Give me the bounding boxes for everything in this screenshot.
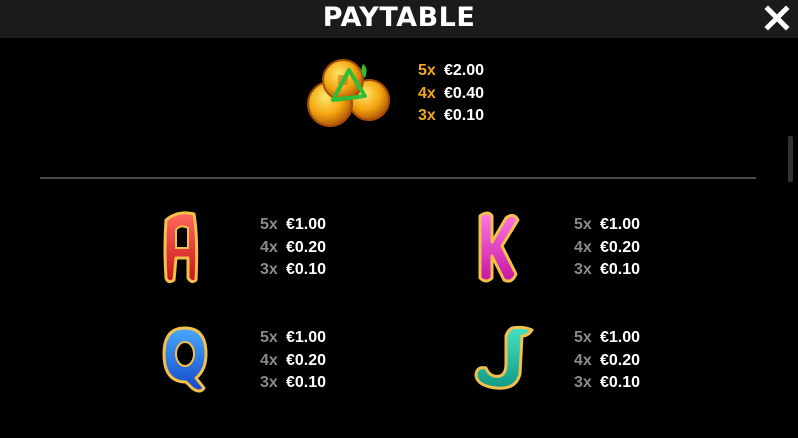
pay-amount: €0.10 xyxy=(444,107,485,124)
pay-multiplier: 5x xyxy=(260,329,278,346)
pay-multiplier: 4x xyxy=(260,238,278,256)
gold-coins-icon xyxy=(305,56,395,137)
a-symbol-pays: 5x €1.00 4x €0.20 3x €0.10 xyxy=(260,214,370,282)
pay-amount: €0.20 xyxy=(286,238,327,256)
pay-multiplier: 5x xyxy=(418,62,436,79)
pay-multiplier: 3x xyxy=(574,374,592,391)
pay-row: 3x €0.10 xyxy=(574,259,684,282)
pay-row: 3x €0.10 xyxy=(418,105,528,128)
letter-j-icon xyxy=(472,324,536,399)
pay-row: 5x €1.00 xyxy=(260,214,370,237)
pay-amount: €0.20 xyxy=(600,238,641,256)
top-symbol-pays: 5x €2.00 4x €0.40 3x €0.10 xyxy=(418,60,528,128)
scrollbar-thumb[interactable] xyxy=(788,136,793,182)
pay-row: 5x €1.00 xyxy=(574,214,684,237)
pay-amount: €0.10 xyxy=(286,374,327,391)
pay-amount: €0.40 xyxy=(444,84,485,102)
pay-row: 3x €0.10 xyxy=(574,372,684,395)
pay-row: 4x €0.20 xyxy=(574,237,684,260)
pay-multiplier: 5x xyxy=(574,329,592,346)
pay-multiplier: 5x xyxy=(260,216,278,233)
pay-multiplier: 3x xyxy=(260,374,278,391)
k-symbol-pays: 5x €1.00 4x €0.20 3x €0.10 xyxy=(574,214,684,282)
pay-multiplier: 3x xyxy=(260,261,278,278)
pay-row: 5x €1.00 xyxy=(260,327,370,350)
pay-row: 3x €0.10 xyxy=(260,372,370,395)
paytable-header: PAYTABLE xyxy=(0,0,798,38)
pay-row: 5x €2.00 xyxy=(418,60,528,83)
pay-multiplier: 4x xyxy=(574,351,592,369)
pay-amount: €1.00 xyxy=(286,329,327,346)
pay-multiplier: 5x xyxy=(574,216,592,233)
pay-amount: €1.00 xyxy=(600,216,641,233)
pay-amount: €1.00 xyxy=(600,329,641,346)
pay-row: 4x €0.40 xyxy=(418,83,528,106)
pay-multiplier: 4x xyxy=(418,84,436,102)
close-icon[interactable] xyxy=(762,3,792,33)
pay-multiplier: 3x xyxy=(574,261,592,278)
pay-row: 4x €0.20 xyxy=(574,350,684,373)
letter-a-icon xyxy=(160,208,204,293)
pay-row: 4x €0.20 xyxy=(260,350,370,373)
pay-multiplier: 4x xyxy=(260,351,278,369)
pay-amount: €1.00 xyxy=(286,216,327,233)
pay-amount: €0.20 xyxy=(286,351,327,369)
pay-row: 4x €0.20 xyxy=(260,237,370,260)
pay-amount: €2.00 xyxy=(444,62,485,79)
pay-amount: €0.10 xyxy=(600,261,641,278)
pay-amount: €0.10 xyxy=(600,374,641,391)
pay-multiplier: 4x xyxy=(574,238,592,256)
pay-multiplier: 3x xyxy=(418,107,436,124)
pay-row: 3x €0.10 xyxy=(260,259,370,282)
pay-amount: €0.20 xyxy=(600,351,641,369)
section-divider xyxy=(40,177,756,179)
j-symbol-pays: 5x €1.00 4x €0.20 3x €0.10 xyxy=(574,327,684,395)
page-title: PAYTABLE xyxy=(322,2,476,33)
pay-row: 5x €1.00 xyxy=(574,327,684,350)
letter-q-icon xyxy=(160,322,210,403)
letter-k-icon xyxy=(472,208,522,293)
q-symbol-pays: 5x €1.00 4x €0.20 3x €0.10 xyxy=(260,327,370,395)
pay-amount: €0.10 xyxy=(286,261,327,278)
scrollbar[interactable] xyxy=(786,40,794,438)
